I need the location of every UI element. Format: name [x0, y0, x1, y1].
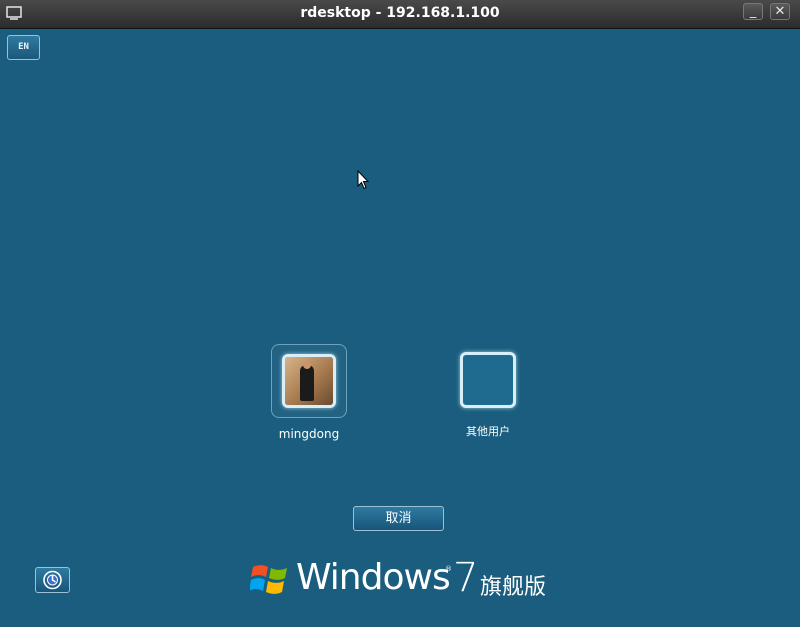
close-button[interactable]: ✕: [770, 3, 790, 20]
user-tile-frame: [271, 344, 347, 418]
user-name-label: mingdong: [278, 427, 340, 441]
language-button[interactable]: EN: [7, 35, 40, 60]
mouse-cursor-icon: [357, 170, 369, 190]
window-titlebar[interactable]: rdesktop - 192.168.1.100 _ ✕: [0, 0, 800, 29]
logon-screen: EN mingdong 其他用户 取消 Windows ® 7 旗舰版: [0, 29, 800, 627]
brand-registered-mark: ®: [445, 565, 452, 573]
brand-version-number: 7: [453, 555, 479, 601]
cancel-button[interactable]: 取消: [353, 506, 444, 531]
brand-edition-text: 旗舰版: [480, 575, 547, 600]
user-photo-icon: [282, 354, 336, 408]
brand-windows-text: Windows: [296, 557, 451, 598]
minimize-button[interactable]: _: [743, 3, 763, 20]
user-name-label: 其他用户: [466, 425, 510, 438]
blank-user-tile-icon: [460, 352, 516, 408]
user-tile-mingdong[interactable]: mingdong: [268, 344, 350, 441]
ease-of-access-button[interactable]: [35, 567, 70, 593]
windows-logo-icon: [250, 565, 287, 594]
user-tile-other-user[interactable]: 其他用户: [452, 344, 524, 439]
window-title: rdesktop - 192.168.1.100: [300, 5, 500, 21]
ease-of-access-icon: [43, 570, 62, 590]
